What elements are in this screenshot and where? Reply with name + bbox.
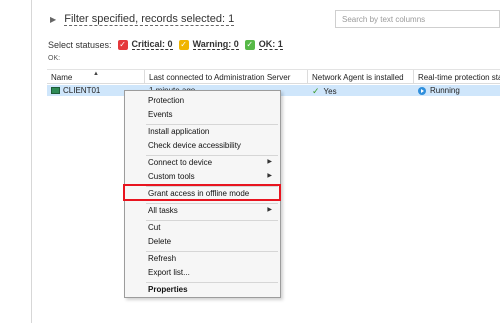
menu-item-label: All tasks <box>148 206 178 215</box>
status-filter-bar: Select statuses: ✓ Critical: 0 ✓ Warning… <box>48 39 283 50</box>
checkbox-critical-icon[interactable]: ✓ <box>117 39 128 50</box>
column-header-last-connected[interactable]: Last connected to Administration Server <box>145 70 308 84</box>
menu-item-export-list[interactable]: Export list... <box>125 267 280 279</box>
status-critical-label[interactable]: Critical: 0 <box>131 39 173 50</box>
filter-label[interactable]: Filter specified, records selected: 1 <box>64 13 235 26</box>
status-ok-label[interactable]: OK: 1 <box>258 39 283 50</box>
status-warning[interactable]: ✓ Warning: 0 <box>178 39 239 50</box>
menu-item-delete[interactable]: Delete <box>125 236 280 248</box>
column-agent-label: Network Agent is installed <box>312 73 404 82</box>
submenu-arrow-icon: ▶ <box>267 207 272 213</box>
menu-item-check-accessibility[interactable]: Check device accessibility <box>125 140 280 152</box>
column-last-connected-label: Last connected to Administration Server <box>149 73 291 82</box>
menu-item-label: Custom tools <box>148 172 195 181</box>
column-name-label: Name <box>51 73 73 82</box>
menu-item-protection[interactable]: Protection <box>125 95 280 107</box>
status-ok[interactable]: ✓ OK: 1 <box>244 39 283 50</box>
status-warning-label[interactable]: Warning: 0 <box>192 39 239 50</box>
checkmark-icon: ✓ <box>312 86 320 96</box>
menu-separator <box>146 203 278 204</box>
menu-separator <box>146 124 278 125</box>
menu-separator <box>146 155 278 156</box>
device-name: CLIENT01 <box>63 86 101 95</box>
protection-value: Running <box>430 86 460 95</box>
menu-item-properties[interactable]: Properties <box>125 284 280 296</box>
checkbox-ok-icon[interactable]: ✓ <box>244 39 255 50</box>
column-header-agent[interactable]: Network Agent is installed <box>308 70 414 84</box>
filter-toggle[interactable]: ▶ Filter specified, records selected: 1 <box>50 13 235 26</box>
menu-item-refresh[interactable]: Refresh <box>125 253 280 265</box>
menu-item-events[interactable]: Events <box>125 109 280 121</box>
expand-arrow-icon: ▶ <box>50 15 57 24</box>
menu-item-custom-tools[interactable]: Custom tools ▶ <box>125 171 280 183</box>
menu-separator <box>146 251 278 252</box>
submenu-arrow-icon: ▶ <box>267 173 272 179</box>
computer-icon <box>51 87 60 95</box>
menu-item-cut[interactable]: Cut <box>125 222 280 234</box>
highlight-box <box>123 184 281 201</box>
statuses-label: Select statuses: <box>48 39 112 50</box>
column-header-name[interactable]: Name ▲ <box>47 70 145 84</box>
column-protection-label: Real-time protection sta <box>418 73 500 82</box>
menu-item-connect-to-device[interactable]: Connect to device ▶ <box>125 157 280 169</box>
menu-item-install-application[interactable]: Install application <box>125 126 280 138</box>
running-icon <box>418 86 426 95</box>
cell-protection: Running <box>414 85 500 96</box>
submenu-arrow-icon: ▶ <box>267 159 272 165</box>
checkbox-warning-icon[interactable]: ✓ <box>178 39 189 50</box>
cell-agent: ✓ Yes <box>308 85 414 96</box>
agent-value: Yes <box>323 87 337 96</box>
table-header: Name ▲ Last connected to Administration … <box>47 70 500 84</box>
status-critical[interactable]: ✓ Critical: 0 <box>117 39 173 50</box>
search-input[interactable]: Search by text columns <box>335 10 500 28</box>
menu-item-all-tasks[interactable]: All tasks ▶ <box>125 205 280 217</box>
column-header-protection[interactable]: Real-time protection sta <box>414 70 500 84</box>
ok-caption: OK: <box>48 55 61 62</box>
sort-ascending-icon: ▲ <box>93 71 99 77</box>
menu-separator <box>146 220 278 221</box>
menu-item-label: Connect to device <box>148 158 213 167</box>
menu-separator <box>146 282 278 283</box>
